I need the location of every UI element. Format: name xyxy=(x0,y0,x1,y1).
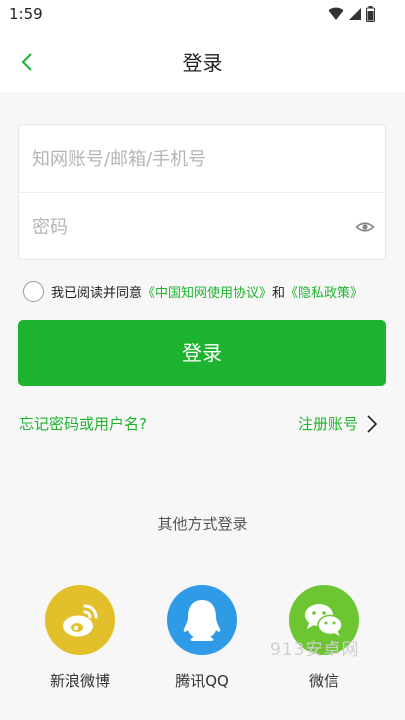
qq-login[interactable]: 腾讯QQ xyxy=(152,585,252,691)
nav-bar: 登录 xyxy=(0,30,405,92)
weibo-login[interactable]: 新浪微博 xyxy=(30,585,130,691)
eye-icon[interactable] xyxy=(355,217,375,237)
account-input[interactable] xyxy=(32,125,352,193)
signal-icon xyxy=(349,8,361,20)
status-icons xyxy=(328,6,375,22)
account-row xyxy=(19,125,385,193)
login-button[interactable]: 登录 xyxy=(18,320,386,386)
password-row xyxy=(19,193,385,261)
register-label: 注册账号 xyxy=(297,415,358,433)
agreement-row: 我已阅读并同意 《中国知网使用协议》 和 《隐私政策》 xyxy=(23,279,363,303)
privacy-policy-link[interactable]: 《隐私政策》 xyxy=(285,282,363,301)
wechat-label: 微信 xyxy=(308,672,339,690)
qq-label: 腾讯QQ xyxy=(175,672,229,690)
agreement-checkbox[interactable] xyxy=(23,280,44,302)
chevron-right-icon xyxy=(367,414,378,433)
other-login-title: 其他方式登录 xyxy=(157,515,248,533)
forgot-password-link[interactable]: 忘记密码或用户名? xyxy=(19,413,147,434)
usage-agreement-link[interactable]: 《中国知网使用协议》 xyxy=(142,282,272,301)
register-link[interactable]: 注册账号 xyxy=(298,413,378,434)
weibo-label: 新浪微博 xyxy=(49,672,110,690)
agreement-prefix: 我已阅读并同意 xyxy=(51,285,143,301)
weibo-icon xyxy=(45,585,115,655)
agreement-conj: 和 xyxy=(272,285,286,301)
login-form xyxy=(18,124,386,261)
watermark: 913安卓网 xyxy=(270,640,360,660)
page-title: 登录 xyxy=(182,51,223,75)
qq-icon xyxy=(167,585,237,655)
status-time: 1:59 xyxy=(9,5,43,23)
status-bar: 1:59 xyxy=(0,0,405,30)
password-input[interactable] xyxy=(32,193,352,261)
wifi-icon xyxy=(328,7,344,20)
battery-icon xyxy=(366,6,375,22)
